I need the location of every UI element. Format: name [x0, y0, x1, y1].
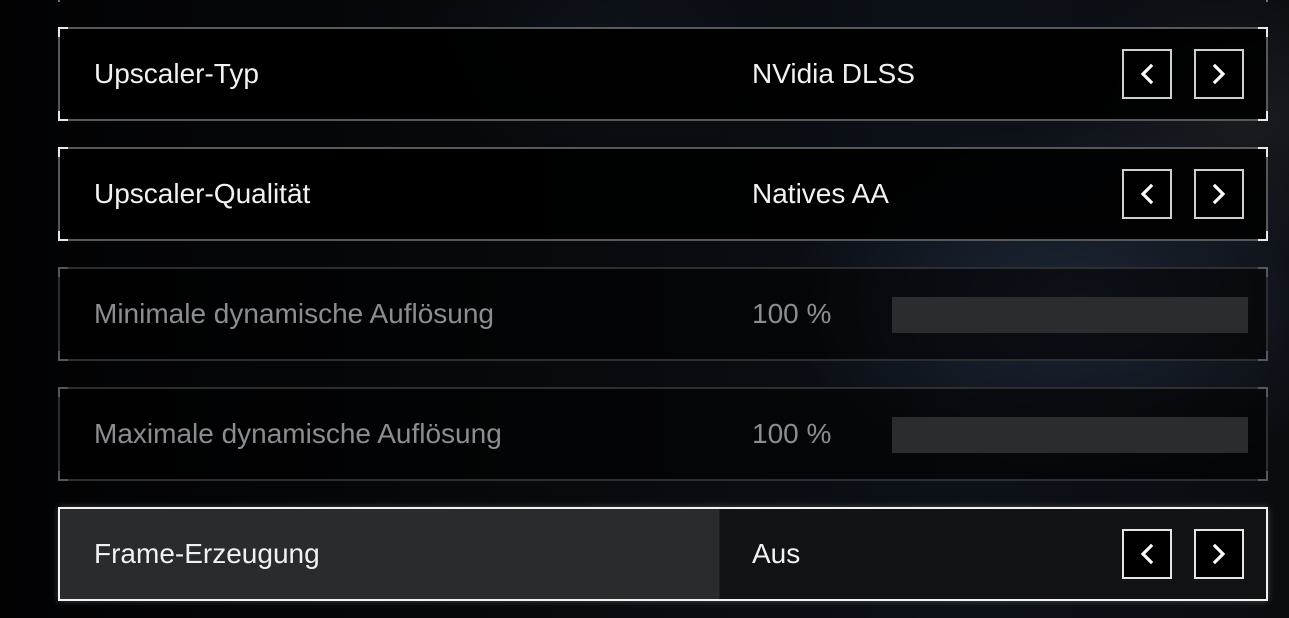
corner-bracket: [1258, 267, 1268, 277]
previous-option-button[interactable]: [1122, 49, 1172, 99]
next-option-button[interactable]: [1194, 49, 1244, 99]
setting-row-max-dynamic-resolution: Maximale dynamische Auflösung 100 %: [58, 387, 1268, 481]
corner-bracket: [58, 471, 68, 481]
setting-row-min-dynamic-resolution: Minimale dynamische Auflösung 100 %: [58, 267, 1268, 361]
next-option-button[interactable]: [1194, 529, 1244, 579]
corner-bracket: [1258, 147, 1268, 157]
corner-bracket: [58, 147, 68, 157]
corner-bracket: [1258, 231, 1268, 241]
setting-value: Natives AA: [752, 178, 889, 209]
corner-bracket: [58, 387, 68, 397]
previous-option-button[interactable]: [1122, 169, 1172, 219]
corner-bracket: [1258, 387, 1268, 397]
corner-bracket: [1258, 471, 1268, 481]
setting-value: NVidia DLSS: [752, 58, 915, 89]
setting-value: Aus: [752, 538, 801, 569]
previous-option-button[interactable]: [1122, 529, 1172, 579]
setting-row-upscaler-type[interactable]: Upscaler-Typ NVidia DLSS: [58, 27, 1268, 121]
corner-bracket: [1258, 111, 1268, 121]
resolution-slider[interactable]: [892, 417, 1248, 453]
previous-row-edge: [58, 0, 1268, 2]
setting-label: Frame-Erzeugung: [94, 538, 320, 569]
setting-value: 100 %: [752, 298, 832, 329]
corner-bracket: [58, 111, 68, 121]
chevron-right-icon: [1212, 183, 1226, 205]
corner-bracket: [1258, 351, 1268, 361]
setting-row-frame-generation[interactable]: Frame-Erzeugung Aus: [58, 507, 1268, 601]
chevron-right-icon: [1212, 63, 1226, 85]
setting-label: Upscaler-Typ: [94, 58, 259, 89]
chevron-left-icon: [1140, 183, 1154, 205]
chevron-right-icon: [1212, 543, 1226, 565]
next-option-button[interactable]: [1194, 169, 1244, 219]
corner-bracket: [58, 27, 68, 37]
resolution-slider[interactable]: [892, 297, 1248, 333]
corner-bracket: [58, 231, 68, 241]
corner-bracket: [58, 267, 68, 277]
chevron-left-icon: [1140, 63, 1154, 85]
corner-bracket: [1258, 27, 1268, 37]
setting-label: Upscaler-Qualität: [94, 178, 311, 209]
setting-row-upscaler-quality[interactable]: Upscaler-Qualität Natives AA: [58, 147, 1268, 241]
setting-label: Maximale dynamische Auflösung: [94, 418, 502, 449]
chevron-left-icon: [1140, 543, 1154, 565]
setting-value: 100 %: [752, 418, 832, 449]
setting-label: Minimale dynamische Auflösung: [94, 298, 494, 329]
corner-bracket: [58, 351, 68, 361]
